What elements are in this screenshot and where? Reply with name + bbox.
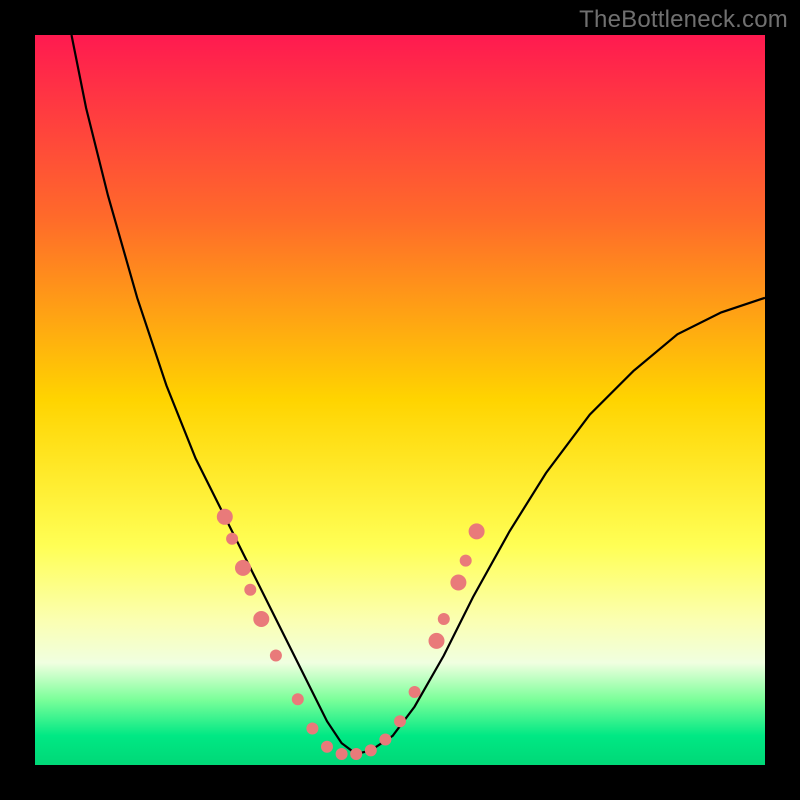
- gradient-background: [35, 35, 765, 765]
- marker-point: [460, 555, 472, 567]
- marker-point: [409, 686, 421, 698]
- marker-point: [270, 650, 282, 662]
- chart-svg: [35, 35, 765, 765]
- marker-point: [429, 633, 445, 649]
- marker-point: [394, 715, 406, 727]
- marker-point: [292, 693, 304, 705]
- marker-point: [450, 575, 466, 591]
- marker-point: [306, 723, 318, 735]
- marker-point: [469, 523, 485, 539]
- marker-point: [253, 611, 269, 627]
- marker-point: [235, 560, 251, 576]
- marker-point: [350, 748, 362, 760]
- marker-point: [365, 744, 377, 756]
- marker-point: [438, 613, 450, 625]
- marker-point: [244, 584, 256, 596]
- marker-point: [336, 748, 348, 760]
- marker-point: [217, 509, 233, 525]
- marker-point: [379, 734, 391, 746]
- chart-frame: TheBottleneck.com: [0, 0, 800, 800]
- plot-area: [35, 35, 765, 765]
- marker-point: [226, 533, 238, 545]
- watermark-label: TheBottleneck.com: [579, 6, 788, 34]
- marker-point: [321, 741, 333, 753]
